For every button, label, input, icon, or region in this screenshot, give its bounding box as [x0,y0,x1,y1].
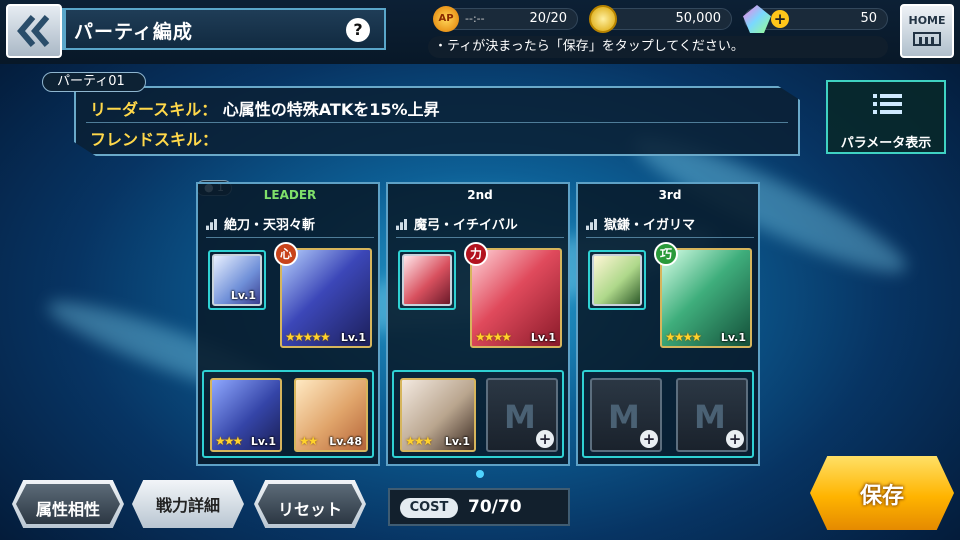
card-level: Lv.1 [444,435,470,448]
attribute-affinity-button[interactable]: 属性相性 [12,480,124,528]
add-card-icon: + [726,430,744,448]
member-slot-label: 3rd [658,188,682,202]
sub-card[interactable]: ★★ Lv.48 [294,378,368,452]
help-icon[interactable]: ? [346,18,370,42]
signal-bars-icon [206,219,220,230]
party-member-leader[interactable]: LEADER 絶刀・天羽々斬 Lv.1 ★★★★★ Lv.1 心 ★★★ Lv.… [196,182,380,466]
empty-card-slot[interactable]: M + [676,378,748,452]
leader-skill-row: リーダースキル： 心属性の特殊ATKを15%上昇 [90,96,440,120]
member-name: 魔弓・イチイバル [414,218,518,233]
empty-card-slot[interactable]: M + [486,378,558,452]
empty-slot-emblem: M [608,398,640,436]
heart-attribute-icon: 心 [274,242,298,266]
empty-card-slot[interactable]: M + [590,378,662,452]
card-level: Lv.48 [329,435,362,448]
card-level: Lv.1 [250,435,276,448]
gold-counter: 50,000 [589,5,732,33]
coin-icon [589,5,617,33]
save-label: 保存 [859,484,904,509]
leader-skill-label: リーダースキル： [90,100,218,119]
add-card-icon: + [536,430,554,448]
card-rarity-stars: ★★★ [405,434,433,448]
cost-display: COST 70/70 [388,488,570,526]
signal-bars-icon [396,219,410,230]
gem-value: 50 [860,11,877,26]
sub-card[interactable]: ★★★ Lv.1 [210,378,282,452]
member-gear-name: 獄鎌・イガリマ [586,214,754,238]
support-card[interactable]: Lv.1 [212,254,262,306]
button-label: リセット [277,500,342,519]
divider [86,122,788,123]
button-face: 属性相性 [16,484,120,524]
cost-label: COST [400,498,458,518]
hint-ticker: ・ティが決まったら「保存」をタップしてください。 [428,36,888,58]
list-icon [873,94,902,118]
card-rarity-stars: ★★★ [215,434,243,448]
buy-gems-button[interactable]: + [771,10,789,28]
sub-card-slots: ★★★ Lv.1 ★★ Lv.48 [202,370,374,458]
button-label: 戦力詳細 [155,496,220,515]
support-card-slot[interactable]: Lv.1 [208,250,266,310]
ap-counter: AP --:-- 20/20 [433,6,578,32]
member-name: 獄鎌・イガリマ [604,218,696,233]
ap-icon: AP [433,6,459,32]
sub-card-slots: ★★★ Lv.1 M + [392,370,564,458]
home-label: HOME [908,14,946,27]
sub-card[interactable]: ★★★ Lv.1 [400,378,476,452]
member-name: 絶刀・天羽々斬 [224,218,316,233]
leader-skill-value: 心属性の特殊ATKを15%上昇 [222,100,440,119]
party-member-3rd[interactable]: 3rd 獄鎌・イガリマ ★★★★ Lv.1 巧 M + M + [576,182,760,466]
save-button[interactable]: 保存 [810,456,954,530]
page-indicator-dot [476,470,484,478]
add-card-icon: + [640,430,658,448]
button-face: リセット [258,484,362,524]
power-details-button[interactable]: 戦力詳細 [132,480,244,528]
friend-skill-row: フレンドスキル： [90,126,218,150]
card-level: Lv.1 [340,331,366,344]
double-chevron-left-icon [17,15,50,47]
party-skill-panel: リーダースキル： 心属性の特殊ATKを15%上昇 フレンドスキル： [74,86,800,156]
party-name-tab[interactable]: パーティ01 [42,72,146,92]
card-level: Lv.1 [230,289,256,302]
member-gear-name: 魔弓・イチイバル [396,214,564,238]
card-rarity-stars: ★★ [299,434,318,448]
member-slot-label: LEADER [263,188,317,202]
support-card-slot[interactable] [398,250,456,310]
member-gear-name: 絶刀・天羽々斬 [206,214,374,238]
reset-button[interactable]: リセット [254,480,366,528]
card-level: Lv.1 [720,331,746,344]
card-rarity-stars: ★★★★ [475,330,512,344]
home-icon [913,32,941,46]
friend-skill-label: フレンドスキル： [90,130,219,149]
empty-slot-emblem: M [694,398,726,436]
gem-counter: + 50 [743,5,888,33]
support-card-slot[interactable] [588,250,646,310]
top-bar: パーティ編成 ? AP --:-- 20/20 50,000 + 50 ・ティが… [0,0,960,64]
ap-value: 20/20 [529,11,567,26]
card-level: Lv.1 [530,331,556,344]
gem-icon [743,5,771,33]
parameter-display-label: パラメータ表示 [840,136,932,151]
power-attribute-icon: 力 [464,242,488,266]
ap-timer: --:-- [465,12,485,25]
page-title: パーティ編成 [74,21,193,43]
back-button[interactable] [6,4,62,58]
support-card[interactable] [402,254,452,306]
screen-title-box: パーティ編成 ? [62,8,386,50]
sub-card-slots: M + M + [582,370,754,458]
gold-value: 50,000 [675,11,722,26]
empty-slot-emblem: M [504,398,536,436]
parameter-display-button[interactable]: パラメータ表示 [826,80,946,154]
skill-attribute-icon: 巧 [654,242,678,266]
button-label: 属性相性 [35,500,100,519]
support-card[interactable] [592,254,642,306]
card-rarity-stars: ★★★★ [665,330,702,344]
party-member-2nd[interactable]: 2nd 魔弓・イチイバル ★★★★ Lv.1 力 ★★★ Lv.1 M + [386,182,570,466]
cost-value: 70/70 [468,497,522,517]
signal-bars-icon [586,219,600,230]
member-slot-label: 2nd [467,188,493,202]
home-button[interactable]: HOME [900,4,954,58]
card-rarity-stars: ★★★★★ [285,330,331,344]
